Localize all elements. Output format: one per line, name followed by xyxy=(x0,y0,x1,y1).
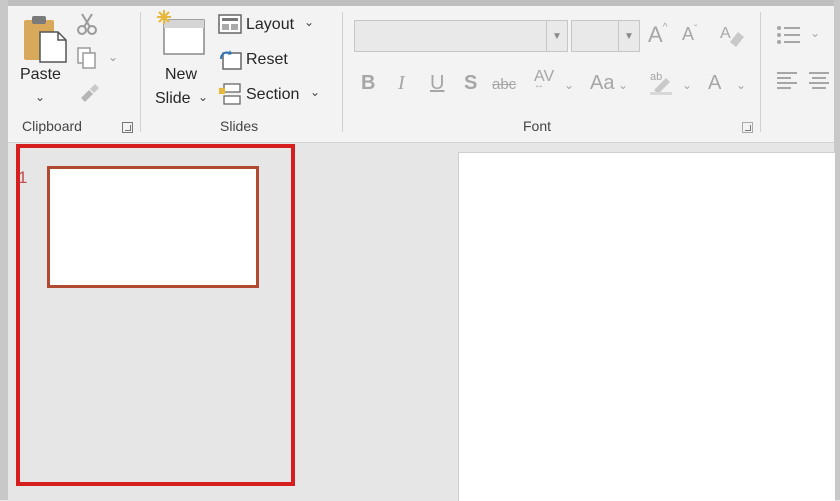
section-chevron-down-icon[interactable]: ⌄ xyxy=(310,85,320,99)
slide-thumbnail[interactable] xyxy=(47,166,259,288)
font-dialog-launcher-icon[interactable] xyxy=(742,122,753,133)
font-name-dropdown-icon[interactable]: ▼ xyxy=(546,21,567,51)
paste-button[interactable]: Paste xyxy=(20,66,61,84)
text-shadow-icon[interactable]: S xyxy=(464,72,477,95)
highlight-color-chevron-icon[interactable]: ⌄ xyxy=(682,78,692,92)
new-slide-label-line1[interactable]: New xyxy=(165,66,197,84)
reset-button[interactable]: Reset xyxy=(246,51,288,69)
layout-chevron-down-icon[interactable]: ⌄ xyxy=(304,15,314,29)
copy-icon[interactable] xyxy=(76,46,98,70)
slide-number: 1 xyxy=(18,168,28,187)
bold-icon[interactable]: B xyxy=(361,72,375,95)
change-case-chevron-icon[interactable]: ⌄ xyxy=(618,78,628,92)
slides-group-label: Slides xyxy=(220,118,259,134)
copy-chevron-down-icon[interactable]: ⌄ xyxy=(108,50,118,64)
italic-icon[interactable]: I xyxy=(398,72,405,95)
new-slide-label-line2[interactable]: Slide xyxy=(155,90,191,108)
clipboard-dialog-launcher-icon[interactable] xyxy=(122,122,133,133)
decrease-font-size-icon[interactable]: Aˇ xyxy=(682,24,697,45)
font-color-chevron-icon[interactable]: ⌄ xyxy=(736,78,746,92)
font-separator xyxy=(760,12,761,132)
character-spacing-icon[interactable]: AV ↔ xyxy=(534,68,554,91)
paste-chevron-down-icon[interactable]: ⌄ xyxy=(35,90,45,104)
clipboard-separator xyxy=(140,12,141,132)
bullets-chevron-icon[interactable]: ⌄ xyxy=(810,26,820,40)
font-size-combobox[interactable]: ▼ xyxy=(571,20,640,52)
clear-formatting-icon[interactable]: A xyxy=(718,22,746,48)
change-case-icon[interactable]: Aa xyxy=(590,72,614,95)
slide-canvas[interactable] xyxy=(458,152,835,501)
strikethrough-icon[interactable]: abc xyxy=(492,76,516,93)
highlight-color-icon[interactable]: ab xyxy=(648,68,676,96)
new-slide-icon[interactable] xyxy=(156,10,208,62)
ribbon-home: Paste ⌄ ⌄ Clipboard New Slide ⌄ Layout ⌄… xyxy=(8,6,834,143)
font-group-label: Font xyxy=(523,118,552,134)
cut-icon[interactable] xyxy=(76,12,98,36)
character-spacing-chevron-icon[interactable]: ⌄ xyxy=(564,78,574,92)
paste-icon[interactable] xyxy=(22,12,68,64)
font-name-combobox[interactable]: ▼ xyxy=(354,20,568,52)
section-icon[interactable] xyxy=(218,82,242,106)
format-painter-icon[interactable] xyxy=(78,82,100,104)
svg-text:A: A xyxy=(720,25,731,42)
font-size-dropdown-icon[interactable]: ▼ xyxy=(618,21,639,51)
align-center-icon[interactable] xyxy=(808,70,830,92)
section-button[interactable]: Section xyxy=(246,86,299,104)
slides-separator xyxy=(342,12,343,132)
bullets-icon[interactable] xyxy=(776,24,802,46)
clipboard-group-label: Clipboard xyxy=(22,118,82,134)
align-left-icon[interactable] xyxy=(776,70,798,92)
underline-icon[interactable]: U xyxy=(430,72,444,95)
svg-text:ab: ab xyxy=(650,71,662,83)
layout-button[interactable]: Layout xyxy=(246,16,294,34)
layout-icon[interactable] xyxy=(218,14,242,34)
font-color-icon[interactable]: A xyxy=(708,72,721,95)
new-slide-chevron-down-icon[interactable]: ⌄ xyxy=(198,90,208,104)
window-left-border xyxy=(0,0,8,500)
increase-font-size-icon[interactable]: A^ xyxy=(648,22,667,48)
reset-icon[interactable] xyxy=(218,49,242,71)
